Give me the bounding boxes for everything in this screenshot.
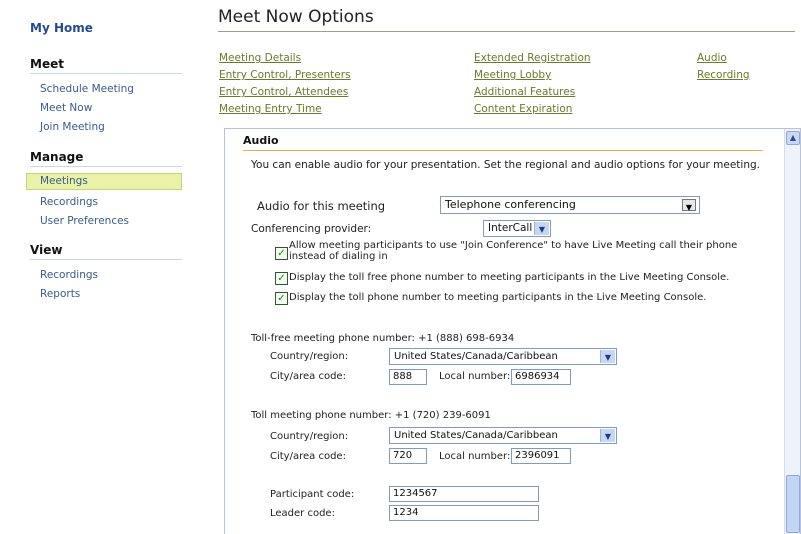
link-recording[interactable]: Recording: [697, 67, 750, 84]
join-conference-checkbox[interactable]: ✓: [275, 247, 288, 260]
join-conference-checkbox-label: Allow meeting participants to use "Join …: [289, 240, 737, 262]
panel-scrollbar[interactable]: ▲: [784, 129, 800, 534]
sidebar-item-meet-now[interactable]: Meet Now: [30, 99, 182, 118]
tollfree-country-value: United States/Canada/Caribbean: [394, 351, 558, 362]
link-meeting-lobby[interactable]: Meeting Lobby: [474, 67, 591, 84]
tollfree-country-select[interactable]: United States/Canada/Caribbean ▼: [389, 348, 617, 365]
link-extended-registration[interactable]: Extended Registration: [474, 50, 591, 67]
options-links-col3: Audio Recording: [697, 50, 750, 84]
link-additional-features[interactable]: Additional Features: [474, 84, 591, 101]
sidebar-item-join-meeting[interactable]: Join Meeting: [30, 118, 182, 137]
link-audio[interactable]: Audio: [697, 50, 750, 67]
link-entry-control-attendees[interactable]: Entry Control, Attendees: [219, 84, 351, 101]
toll-country-select[interactable]: United States/Canada/Caribbean ▼: [389, 427, 617, 444]
display-toll-label: Display the toll phone number to meeting…: [289, 292, 707, 303]
sidebar-item-recordings[interactable]: Recordings: [30, 193, 182, 212]
page-title: Meet Now Options: [218, 7, 374, 27]
tollfree-country-label: Country/region:: [270, 351, 349, 362]
tollfree-city-input[interactable]: 888: [389, 369, 427, 385]
meet-heading: Meet: [30, 57, 182, 74]
audio-intro-text: You can enable audio for your presentati…: [251, 159, 760, 171]
sidebar-item-meetings[interactable]: Meetings: [26, 173, 182, 190]
link-content-expiration[interactable]: Content Expiration: [474, 101, 591, 118]
sidebar-item-reports[interactable]: Reports: [30, 285, 182, 304]
join-conference-text-line2: instead of dialing in: [289, 251, 388, 262]
toll-country-value: United States/Canada/Caribbean: [394, 430, 558, 441]
chevron-down-icon[interactable]: ▼: [600, 350, 615, 363]
scroll-up-icon[interactable]: ▲: [786, 131, 800, 145]
tollfree-local-input[interactable]: 6986934: [511, 369, 571, 385]
manage-heading: Manage: [30, 150, 182, 167]
audio-for-meeting-label: Audio for this meeting: [257, 199, 386, 213]
audio-type-select[interactable]: Telephone conferencing ▼: [440, 196, 700, 214]
link-meeting-details[interactable]: Meeting Details: [219, 50, 351, 67]
sidebar-item-view-recordings[interactable]: Recordings: [30, 266, 182, 285]
display-toll-checkbox[interactable]: ✓: [275, 292, 288, 305]
conferencing-provider-select[interactable]: InterCall ▼: [483, 220, 551, 237]
sidebar-item-user-preferences[interactable]: User Preferences: [30, 212, 182, 231]
link-meeting-entry-time[interactable]: Meeting Entry Time: [219, 101, 351, 118]
display-tollfree-label: Display the toll free phone number to me…: [289, 272, 730, 283]
chevron-down-icon[interactable]: ▼: [600, 429, 615, 442]
options-links-col2: Extended Registration Meeting Lobby Addi…: [474, 50, 591, 118]
toll-number-title: Toll meeting phone number: +1 (720) 239-…: [251, 410, 491, 421]
view-section: View Recordings Reports: [30, 243, 182, 304]
conferencing-provider-value: InterCall: [488, 222, 533, 234]
options-links-col1: Meeting Details Entry Control, Presenter…: [219, 50, 351, 118]
audio-panel: Audio You can enable audio for your pres…: [224, 128, 801, 534]
audio-section-heading: Audio: [243, 134, 279, 147]
scrollbar-thumb[interactable]: [786, 475, 800, 533]
join-conference-text-line1: Allow meeting participants to use "Join …: [289, 240, 738, 251]
manage-section: Manage Meetings Recordings User Preferen…: [26, 150, 182, 231]
view-heading: View: [30, 243, 182, 260]
conferencing-provider-label: Conferencing provider:: [251, 223, 372, 235]
chevron-down-icon[interactable]: ▼: [534, 222, 549, 235]
link-entry-control-presenters[interactable]: Entry Control, Presenters: [219, 67, 351, 84]
toll-local-input[interactable]: 2396091: [511, 448, 571, 464]
meet-section: Meet Schedule Meeting Meet Now Join Meet…: [30, 57, 182, 137]
toll-city-label: City/area code:: [270, 451, 346, 462]
participant-code-input[interactable]: 1234567: [389, 486, 539, 502]
chevron-down-icon[interactable]: ▼: [682, 199, 696, 212]
display-tollfree-checkbox[interactable]: ✓: [275, 272, 288, 285]
sidebar: My Home Meet Schedule Meeting Meet Now J…: [0, 0, 190, 533]
sidebar-item-schedule-meeting[interactable]: Schedule Meeting: [30, 80, 182, 99]
tollfree-local-label: Local number:: [439, 371, 511, 382]
participant-code-label: Participant code:: [270, 489, 355, 500]
leader-code-label: Leader code:: [270, 508, 335, 519]
leader-code-input[interactable]: 1234: [389, 505, 539, 521]
tollfree-number-title: Toll-free meeting phone number: +1 (888)…: [251, 333, 515, 344]
toll-city-input[interactable]: 720: [389, 448, 427, 464]
audio-heading-rule: [243, 150, 763, 151]
toll-country-label: Country/region:: [270, 431, 349, 442]
my-home-link[interactable]: My Home: [30, 21, 93, 35]
toll-local-label: Local number:: [439, 451, 511, 462]
audio-type-value: Telephone conferencing: [445, 198, 576, 211]
title-divider: [218, 31, 795, 32]
tollfree-city-label: City/area code:: [270, 371, 346, 382]
